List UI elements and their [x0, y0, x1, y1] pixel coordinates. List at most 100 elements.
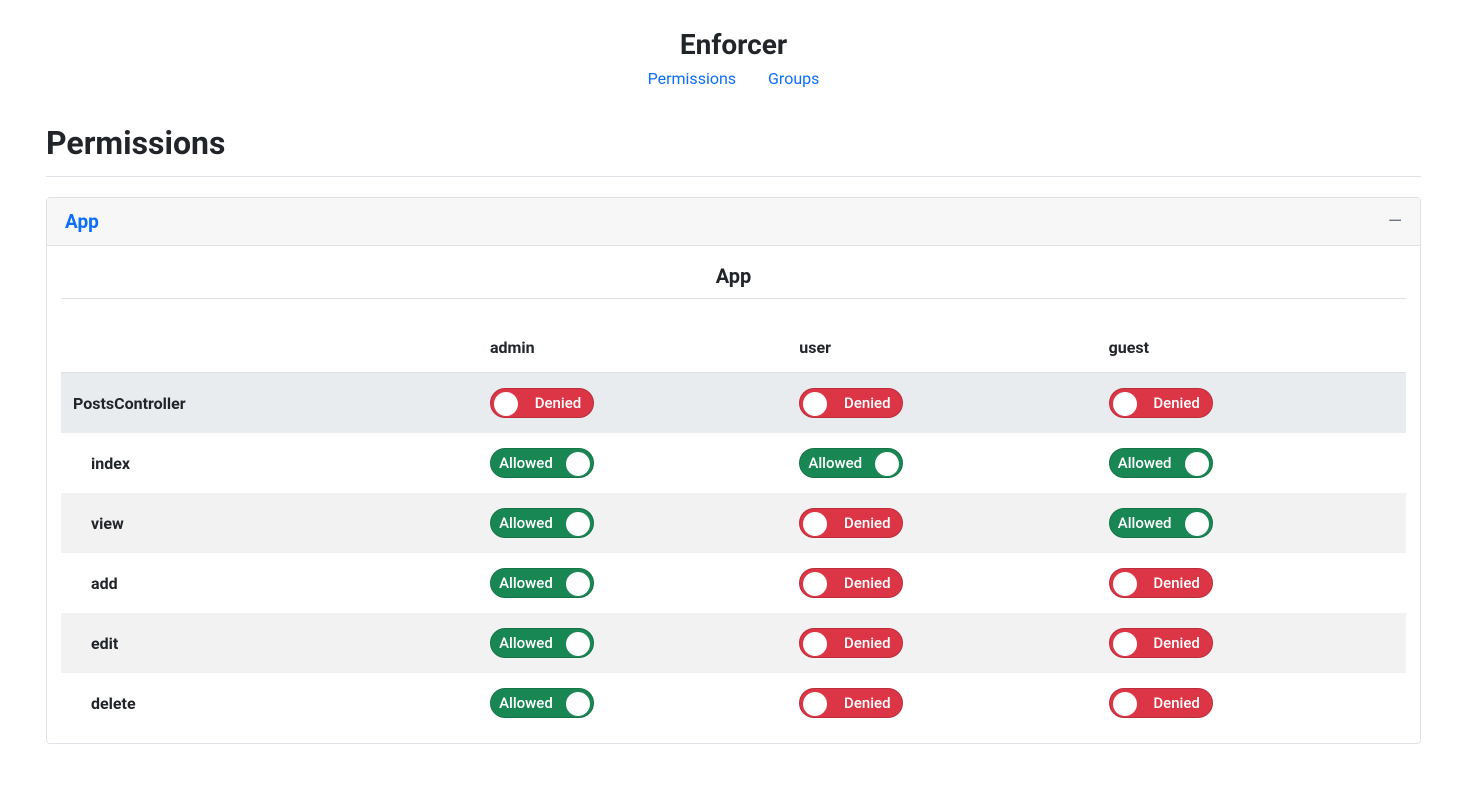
- toggle-label: Allowed: [1110, 514, 1182, 532]
- toggle-knob: [494, 392, 518, 416]
- toggle-knob: [566, 512, 590, 536]
- permission-toggle[interactable]: Allowed: [490, 448, 594, 478]
- permission-cell: Allowed: [478, 493, 787, 553]
- toggle-knob: [803, 692, 827, 716]
- permission-cell: Denied: [1097, 373, 1406, 434]
- permission-cell: Denied: [1097, 553, 1406, 613]
- action-label: add: [61, 553, 478, 613]
- permission-toggle[interactable]: Denied: [799, 628, 903, 658]
- panel-body: App admin user guest PostsController Deni…: [47, 246, 1420, 743]
- toggle-knob: [1113, 392, 1137, 416]
- permission-cell: Allowed: [478, 433, 787, 493]
- table-row: edit Allowed Denied Denied: [61, 613, 1406, 673]
- permission-cell: Allowed: [1097, 493, 1406, 553]
- permission-cell: Allowed: [478, 613, 787, 673]
- table-row: PostsController Denied Denied Denied: [61, 373, 1406, 434]
- toggle-knob: [566, 692, 590, 716]
- toggle-label: Denied: [830, 634, 902, 652]
- app-title: Enforcer: [46, 28, 1421, 61]
- permission-toggle[interactable]: Denied: [1109, 628, 1213, 658]
- permission-cell: Allowed: [478, 553, 787, 613]
- table-row: index Allowed Allowed Allowed: [61, 433, 1406, 493]
- toggle-knob: [566, 572, 590, 596]
- toggle-knob: [803, 392, 827, 416]
- permission-toggle[interactable]: Denied: [799, 688, 903, 718]
- toggle-label: Denied: [1140, 694, 1212, 712]
- toggle-knob: [1113, 632, 1137, 656]
- toggle-label: Allowed: [800, 454, 872, 472]
- table-row: view Allowed Denied Allowed: [61, 493, 1406, 553]
- permission-toggle[interactable]: Denied: [1109, 388, 1213, 418]
- panel-title[interactable]: App: [65, 210, 99, 233]
- permission-toggle[interactable]: Denied: [799, 388, 903, 418]
- toggle-label: Denied: [1140, 634, 1212, 652]
- permission-toggle[interactable]: Denied: [799, 568, 903, 598]
- table-header-row: admin user guest: [61, 323, 1406, 373]
- action-label: index: [61, 433, 478, 493]
- toggle-label: Allowed: [491, 454, 563, 472]
- toggle-knob: [803, 572, 827, 596]
- nav-links: Permissions Groups: [46, 69, 1421, 88]
- toggle-knob: [1185, 512, 1209, 536]
- permission-toggle[interactable]: Allowed: [1109, 508, 1213, 538]
- table-header-role: admin: [478, 323, 787, 373]
- table-row: add Allowed Denied Denied: [61, 553, 1406, 613]
- action-label: delete: [61, 673, 478, 733]
- toggle-label: Denied: [1140, 394, 1212, 412]
- table-header-role: user: [787, 323, 1096, 373]
- toggle-knob: [803, 512, 827, 536]
- permission-cell: Denied: [787, 553, 1096, 613]
- permission-cell: Allowed: [1097, 433, 1406, 493]
- toggle-knob: [1113, 692, 1137, 716]
- controller-label: PostsController: [61, 373, 478, 434]
- page-heading: Permissions: [46, 124, 1421, 162]
- toggle-label: Allowed: [491, 514, 563, 532]
- toggle-label: Denied: [521, 394, 593, 412]
- permission-cell: Allowed: [478, 673, 787, 733]
- toggle-label: Allowed: [491, 634, 563, 652]
- toggle-knob: [1185, 452, 1209, 476]
- permission-cell: Denied: [787, 373, 1096, 434]
- panel-app: App — App admin user guest PostsControll…: [46, 197, 1421, 744]
- permission-toggle[interactable]: Allowed: [799, 448, 903, 478]
- table-header-empty: [61, 323, 478, 373]
- permission-toggle[interactable]: Denied: [1109, 568, 1213, 598]
- table-header-role: guest: [1097, 323, 1406, 373]
- toggle-knob: [875, 452, 899, 476]
- toggle-label: Denied: [830, 514, 902, 532]
- section-divider: [61, 298, 1406, 299]
- permission-toggle[interactable]: Denied: [1109, 688, 1213, 718]
- permission-cell: Allowed: [787, 433, 1096, 493]
- action-label: edit: [61, 613, 478, 673]
- toggle-label: Denied: [1140, 574, 1212, 592]
- toggle-label: Denied: [830, 394, 902, 412]
- permission-cell: Denied: [478, 373, 787, 434]
- collapse-icon[interactable]: —: [1388, 213, 1402, 231]
- permission-toggle[interactable]: Allowed: [490, 568, 594, 598]
- permission-toggle[interactable]: Allowed: [1109, 448, 1213, 478]
- nav-groups-link[interactable]: Groups: [768, 69, 819, 88]
- permission-cell: Denied: [1097, 673, 1406, 733]
- permission-toggle[interactable]: Allowed: [490, 628, 594, 658]
- toggle-label: Allowed: [491, 574, 563, 592]
- toggle-label: Denied: [830, 574, 902, 592]
- toggle-knob: [566, 632, 590, 656]
- toggle-label: Denied: [830, 694, 902, 712]
- toggle-label: Allowed: [491, 694, 563, 712]
- permission-toggle[interactable]: Allowed: [490, 508, 594, 538]
- divider: [46, 176, 1421, 177]
- permission-toggle[interactable]: Denied: [799, 508, 903, 538]
- permission-toggle[interactable]: Allowed: [490, 688, 594, 718]
- toggle-knob: [1113, 572, 1137, 596]
- permission-cell: Denied: [787, 613, 1096, 673]
- panel-header[interactable]: App —: [47, 198, 1420, 246]
- permission-cell: Denied: [1097, 613, 1406, 673]
- nav-permissions-link[interactable]: Permissions: [648, 69, 736, 88]
- section-title: App: [61, 264, 1406, 288]
- table-row: delete Allowed Denied Denied: [61, 673, 1406, 733]
- permissions-table: admin user guest PostsController Denied De…: [61, 323, 1406, 733]
- action-label: view: [61, 493, 478, 553]
- toggle-knob: [566, 452, 590, 476]
- permission-toggle[interactable]: Denied: [490, 388, 594, 418]
- permission-cell: Denied: [787, 673, 1096, 733]
